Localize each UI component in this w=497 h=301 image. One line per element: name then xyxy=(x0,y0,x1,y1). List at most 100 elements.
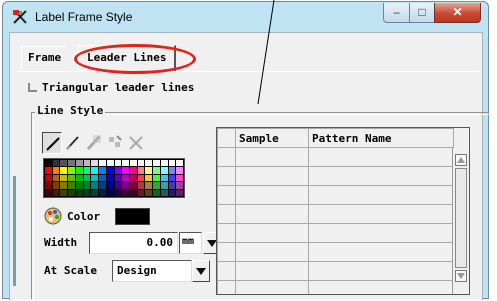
palette-swatch[interactable] xyxy=(52,189,60,196)
palette-swatch[interactable] xyxy=(145,182,153,189)
table-cell[interactable] xyxy=(235,280,309,294)
palette-swatch[interactable] xyxy=(45,167,52,174)
table-cell[interactable] xyxy=(217,204,236,224)
palette-swatch[interactable] xyxy=(168,167,176,174)
scroll-down-icon[interactable] xyxy=(455,270,467,282)
palette-swatch[interactable] xyxy=(68,182,75,189)
palette-swatch[interactable] xyxy=(83,174,91,182)
palette-swatch[interactable] xyxy=(129,189,137,196)
palette-swatch[interactable] xyxy=(114,174,122,182)
palette-swatch[interactable] xyxy=(75,189,83,196)
table-row[interactable] xyxy=(217,185,454,205)
palette-swatch[interactable] xyxy=(91,160,99,167)
table-vertical-scrollbar[interactable] xyxy=(452,148,469,294)
column-header-sample[interactable]: Sample xyxy=(235,128,309,148)
palette-swatch[interactable] xyxy=(91,189,99,196)
table-cell[interactable] xyxy=(235,185,309,205)
palette-swatch[interactable] xyxy=(91,182,99,189)
palette-swatch[interactable] xyxy=(45,160,52,167)
palette-swatch[interactable] xyxy=(168,174,176,182)
palette-swatch[interactable] xyxy=(60,174,68,182)
palette-swatch[interactable] xyxy=(176,174,183,182)
table-row[interactable] xyxy=(217,166,454,186)
table-cell[interactable] xyxy=(217,261,236,281)
palette-swatch[interactable] xyxy=(106,160,114,167)
palette-swatch[interactable] xyxy=(60,167,68,174)
table-cell[interactable] xyxy=(217,166,236,186)
palette-swatch[interactable] xyxy=(137,174,145,182)
palette-swatch[interactable] xyxy=(83,160,91,167)
palette-swatch[interactable] xyxy=(91,174,99,182)
pen-line-tool[interactable] xyxy=(63,132,83,154)
palette-swatch[interactable] xyxy=(153,174,160,182)
palette-swatch[interactable] xyxy=(122,160,129,167)
palette-swatch[interactable] xyxy=(45,182,52,189)
palette-swatch[interactable] xyxy=(99,167,106,174)
table-cell[interactable] xyxy=(235,147,309,167)
palette-swatch[interactable] xyxy=(68,174,75,182)
palette-swatch[interactable] xyxy=(176,160,183,167)
palette-swatch[interactable] xyxy=(168,182,176,189)
palette-swatch[interactable] xyxy=(99,174,106,182)
palette-swatch[interactable] xyxy=(122,174,129,182)
palette-swatch[interactable] xyxy=(153,182,160,189)
palette-swatch[interactable] xyxy=(176,189,183,196)
table-cell[interactable] xyxy=(308,166,454,186)
palette-swatch[interactable] xyxy=(106,174,114,182)
palette-swatch[interactable] xyxy=(45,174,52,182)
palette-swatch[interactable] xyxy=(75,167,83,174)
palette-swatch[interactable] xyxy=(145,174,153,182)
palette-swatch[interactable] xyxy=(122,182,129,189)
palette-swatch[interactable] xyxy=(68,189,75,196)
scroll-up-icon[interactable] xyxy=(455,154,467,166)
minimize-button[interactable]: – xyxy=(383,3,410,23)
column-header[interactable] xyxy=(217,128,236,148)
palette-swatch[interactable] xyxy=(52,174,60,182)
maximize-button[interactable]: □ xyxy=(409,3,435,23)
palette-swatch[interactable] xyxy=(52,182,60,189)
palette-swatch[interactable] xyxy=(106,167,114,174)
table-cell[interactable] xyxy=(217,185,236,205)
palette-swatch[interactable] xyxy=(68,167,75,174)
palette-swatch[interactable] xyxy=(83,167,91,174)
palette-swatch[interactable] xyxy=(114,182,122,189)
width-unit-select[interactable]: mm xyxy=(179,232,202,254)
palette-swatch[interactable] xyxy=(145,167,153,174)
palette-swatch[interactable] xyxy=(68,160,75,167)
table-row[interactable] xyxy=(217,204,454,224)
palette-swatch[interactable] xyxy=(52,160,60,167)
palette-swatch[interactable] xyxy=(106,189,114,196)
tab-frame[interactable]: Frame xyxy=(21,46,68,70)
palette-swatch[interactable] xyxy=(168,160,176,167)
palette-swatch[interactable] xyxy=(83,189,91,196)
palette-swatch[interactable] xyxy=(153,160,160,167)
table-cell[interactable] xyxy=(217,242,236,262)
pattern-line-tool[interactable] xyxy=(84,132,104,154)
table-cell[interactable] xyxy=(235,223,309,243)
palette-swatch[interactable] xyxy=(176,182,183,189)
no-line-tool[interactable] xyxy=(126,132,146,154)
palette-swatch[interactable] xyxy=(137,167,145,174)
palette-swatch[interactable] xyxy=(45,189,52,196)
palette-swatch[interactable] xyxy=(52,167,60,174)
palette-swatch[interactable] xyxy=(145,160,153,167)
palette-swatch[interactable] xyxy=(60,160,68,167)
table-cell[interactable] xyxy=(217,280,236,294)
palette-swatch[interactable] xyxy=(75,182,83,189)
table-row[interactable] xyxy=(217,280,454,294)
palette-swatch[interactable] xyxy=(137,189,145,196)
scroll-trough[interactable] xyxy=(455,168,467,268)
palette-swatch[interactable] xyxy=(129,174,137,182)
palette-swatch[interactable] xyxy=(160,182,168,189)
palette-swatch[interactable] xyxy=(75,160,83,167)
table-cell[interactable] xyxy=(235,166,309,186)
palette-swatch[interactable] xyxy=(99,189,106,196)
palette-swatch[interactable] xyxy=(168,189,176,196)
title-bar[interactable]: Label Frame Style – □ ✕ xyxy=(3,2,488,32)
table-cell[interactable] xyxy=(308,204,454,224)
table-cell[interactable] xyxy=(308,223,454,243)
palette-swatch[interactable] xyxy=(75,174,83,182)
table-row[interactable] xyxy=(217,261,454,281)
palette-swatch[interactable] xyxy=(122,167,129,174)
close-button[interactable]: ✕ xyxy=(434,3,481,23)
